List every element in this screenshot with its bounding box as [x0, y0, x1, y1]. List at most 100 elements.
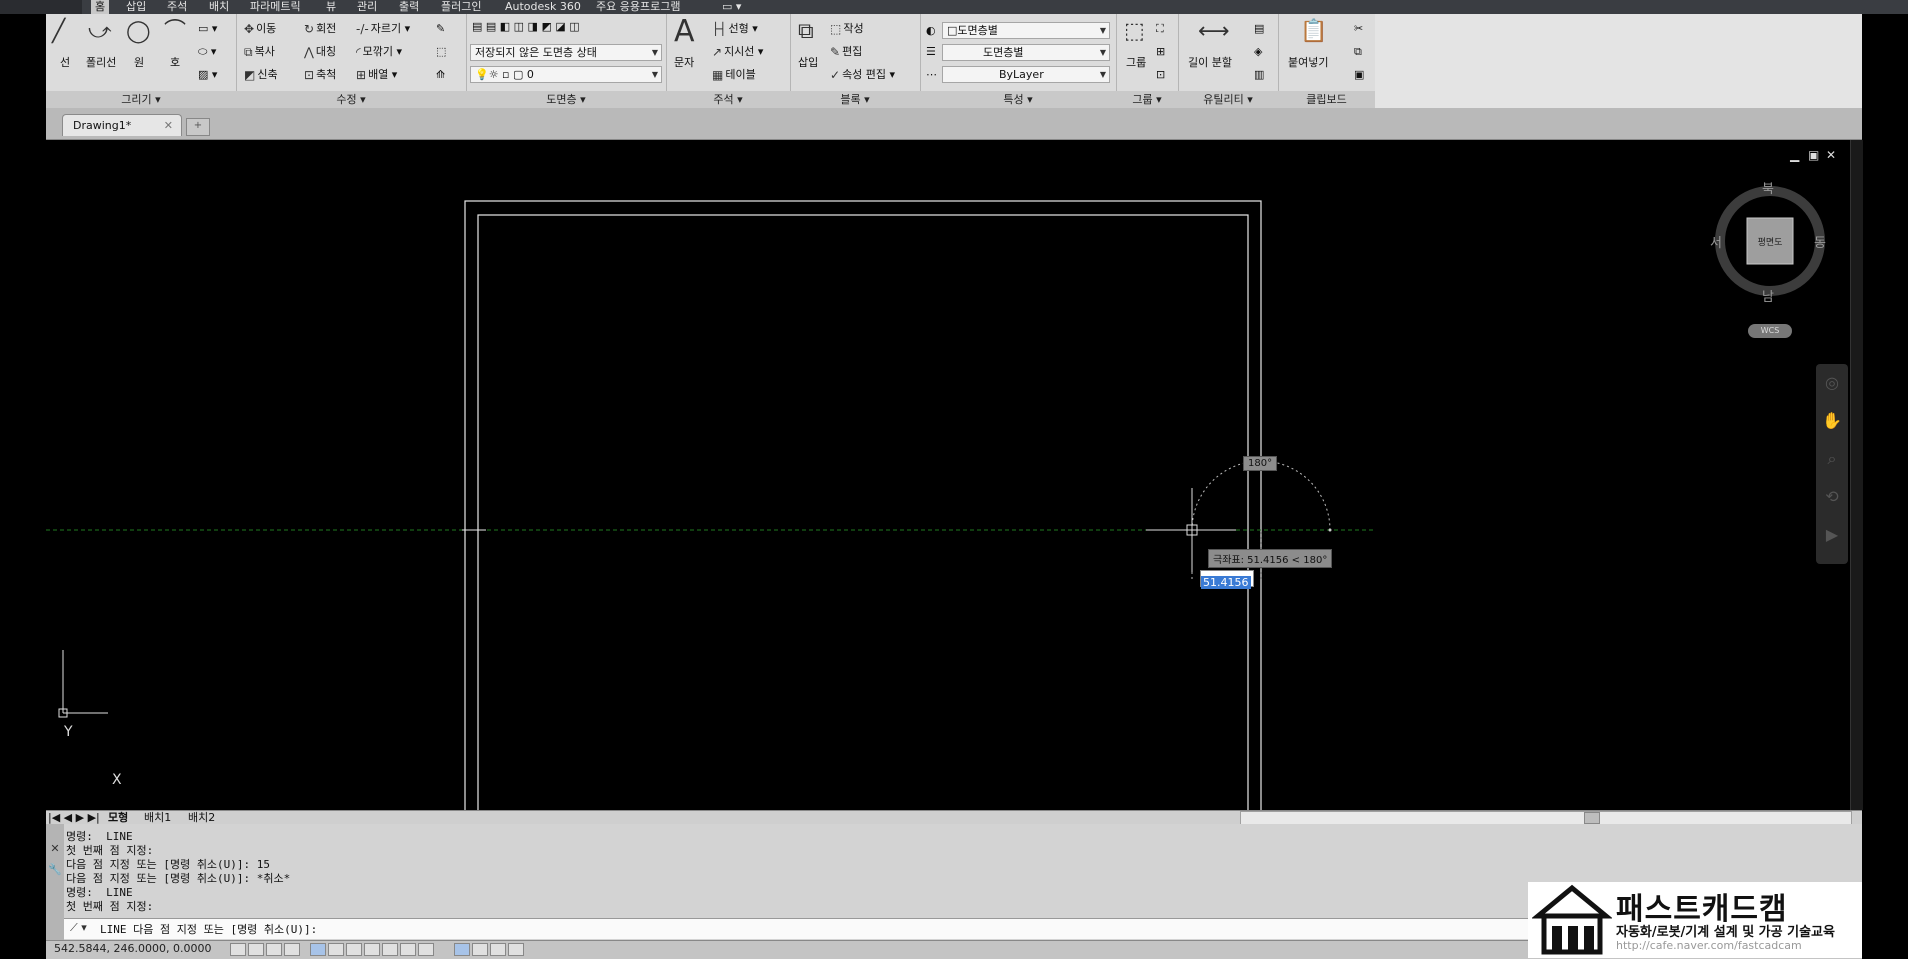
- group-button[interactable]: 그룹: [1126, 56, 1146, 70]
- layout-tab-model[interactable]: 모형: [108, 811, 128, 825]
- object-snap-icon[interactable]: [328, 943, 344, 956]
- draw-panel-title[interactable]: 그리기 ▾: [46, 91, 236, 108]
- measure-icon[interactable]: ⟷: [1198, 20, 1230, 44]
- close-icon[interactable]: ✕: [46, 842, 64, 855]
- quick-properties-icon[interactable]: [472, 943, 488, 956]
- zoom-icon[interactable]: ⌕: [1816, 440, 1848, 478]
- properties-panel-title[interactable]: 특성 ▾: [920, 91, 1116, 108]
- vertical-scrollbar[interactable]: [1850, 140, 1863, 810]
- copy-button[interactable]: ⧉ 복사: [244, 45, 275, 59]
- menu-tab-home[interactable]: 홈: [91, 0, 110, 14]
- trim-button[interactable]: -/- 자르기 ▾: [356, 22, 410, 36]
- modify-panel-title[interactable]: 수정 ▾: [236, 91, 466, 108]
- horizontal-scroll-thumb[interactable]: [1584, 812, 1600, 824]
- viewcube-east[interactable]: 동: [1814, 232, 1826, 251]
- layout-nav-arrows-icon[interactable]: |◀ ◀ ▶ ▶|: [48, 811, 100, 825]
- pan-icon[interactable]: ✋: [1816, 402, 1848, 440]
- utilities-panel-title[interactable]: 유틸리티 ▾: [1178, 91, 1278, 108]
- command-prompt-icon[interactable]: ⟋ ▾: [70, 921, 87, 935]
- id-point-icon[interactable]: ◈: [1254, 45, 1262, 59]
- hatch-icon[interactable]: ▨ ▾: [198, 68, 217, 82]
- file-tab-drawing1[interactable]: Drawing1* ✕: [62, 114, 182, 136]
- scale-button[interactable]: ⊡ 축척: [304, 68, 336, 82]
- paste-icon[interactable]: 📋: [1300, 20, 1327, 44]
- viewcube-top-label[interactable]: 평면도: [1749, 235, 1791, 248]
- menu-tab-insert[interactable]: 삽입: [126, 0, 146, 14]
- close-icon[interactable]: ✕: [1826, 148, 1836, 162]
- stretch-button[interactable]: ◩ 신축: [244, 68, 278, 82]
- array-button[interactable]: ⊞ 배열 ▾: [356, 68, 397, 82]
- menu-tab-parametric[interactable]: 파라메트릭: [250, 0, 301, 14]
- viewcube-south[interactable]: 남: [1762, 286, 1774, 305]
- grid-display-icon[interactable]: [266, 943, 282, 956]
- polyline-icon[interactable]: ⤻: [88, 20, 112, 44]
- block-panel-title[interactable]: 블록 ▾: [790, 91, 920, 108]
- menu-tab-plugins[interactable]: 플러그인: [441, 0, 481, 14]
- infer-constraints-icon[interactable]: [230, 943, 246, 956]
- fillet-button[interactable]: ◜ 모깎기 ▾: [356, 45, 402, 59]
- rectangle-icon[interactable]: ▭ ▾: [198, 22, 217, 36]
- lineweight-dropdown[interactable]: 도면층별 ▼: [942, 44, 1110, 61]
- ortho-mode-icon[interactable]: [284, 943, 300, 956]
- text-button[interactable]: 문자: [674, 56, 694, 70]
- linetype-dropdown[interactable]: ByLayer ▼: [942, 66, 1110, 83]
- layer-dropdown[interactable]: 💡☼ ▫ ▢ 0 ▼: [470, 66, 662, 83]
- circle-button[interactable]: 원: [134, 56, 144, 70]
- wcs-menu-button[interactable]: WCS: [1748, 324, 1792, 338]
- calculator-icon[interactable]: ▥: [1254, 68, 1264, 82]
- group-select-icon[interactable]: ⊡: [1156, 68, 1165, 82]
- erase-icon[interactable]: ✎: [436, 22, 445, 36]
- leader-button[interactable]: ↗ 지시선 ▾: [712, 45, 763, 59]
- line-button[interactable]: 선: [60, 56, 70, 70]
- create-block-button[interactable]: ⬚ 작성: [830, 22, 864, 36]
- menu-tab-output[interactable]: 출력: [399, 0, 419, 14]
- viewcube-north[interactable]: 북: [1762, 178, 1774, 197]
- edit-block-button[interactable]: ✎ 편집: [830, 45, 862, 59]
- menu-tab-layout[interactable]: 배치: [209, 0, 229, 14]
- arc-icon[interactable]: ⌒: [164, 20, 186, 44]
- polar-tracking-icon[interactable]: [310, 943, 326, 956]
- coordinate-readout[interactable]: 542.5844, 246.0000, 0.0000: [54, 942, 211, 955]
- lineweight-toggle-icon[interactable]: [418, 943, 434, 956]
- minimize-icon[interactable]: ▁: [1790, 148, 1799, 162]
- explode-icon[interactable]: ⬚: [436, 45, 446, 59]
- insert-button[interactable]: 삽입: [798, 56, 818, 70]
- text-icon[interactable]: A: [674, 17, 695, 47]
- move-button[interactable]: ✥ 이동: [244, 22, 276, 36]
- new-tab-button[interactable]: +: [186, 118, 210, 136]
- ellipse-icon[interactable]: ⬭ ▾: [198, 45, 216, 59]
- layout-tab-layout1[interactable]: 배치1: [144, 811, 171, 825]
- menu-tab-annotate[interactable]: 주석: [167, 0, 187, 14]
- horizontal-scrollbar[interactable]: [1240, 811, 1852, 825]
- paste-special-icon[interactable]: ▣: [1354, 68, 1364, 82]
- menu-extra-button[interactable]: ▭ ▾: [722, 0, 741, 14]
- clipboard-panel-title[interactable]: 클립보드: [1278, 91, 1375, 108]
- close-icon[interactable]: ✕: [164, 115, 173, 137]
- dynamic-ucs-icon[interactable]: [382, 943, 398, 956]
- menu-tab-featured-apps[interactable]: 주요 응용프로그램: [596, 0, 680, 14]
- object-snap-tracking-icon[interactable]: [364, 943, 380, 956]
- showmotion-icon[interactable]: ▶: [1816, 516, 1848, 554]
- menu-tab-autodesk360[interactable]: Autodesk 360: [505, 0, 581, 14]
- table-button[interactable]: ▦ 테이블: [712, 68, 756, 82]
- circle-icon[interactable]: ◯: [126, 20, 151, 44]
- dynamic-input-icon[interactable]: [400, 943, 416, 956]
- linear-dimension-button[interactable]: ├┤ 선형 ▾: [712, 22, 758, 36]
- viewcube-west[interactable]: 서: [1710, 232, 1722, 251]
- restore-icon[interactable]: ▣: [1808, 148, 1819, 162]
- copy-clip-icon[interactable]: ⧉: [1354, 45, 1362, 59]
- wrench-icon[interactable]: 🔧: [46, 863, 64, 876]
- snap-mode-icon[interactable]: [248, 943, 264, 956]
- groups-panel-title[interactable]: 그룹 ▾: [1116, 91, 1178, 108]
- command-window-handle[interactable]: ✕ 🔧: [46, 824, 64, 940]
- color-dropdown[interactable]: □도면층별 ▼: [942, 22, 1110, 39]
- mirror-button[interactable]: ⋀ 대칭: [304, 45, 336, 59]
- layout-tab-layout2[interactable]: 배치2: [188, 811, 215, 825]
- layer-state-dropdown[interactable]: 저장되지 않은 도면층 상태 ▼: [470, 44, 662, 61]
- group-icon[interactable]: ⬚: [1124, 20, 1145, 44]
- edit-attributes-button[interactable]: ✓ 속성 편집 ▾: [830, 68, 895, 82]
- rotate-button[interactable]: ↻ 회전: [304, 22, 336, 36]
- layer-tools-icon[interactable]: ▤ ▤ ◧ ◫ ◨ ◩ ◪ ◫: [472, 20, 580, 34]
- quick-calc-icon[interactable]: ▤: [1254, 22, 1264, 36]
- paste-button[interactable]: 붙여넣기: [1288, 56, 1328, 70]
